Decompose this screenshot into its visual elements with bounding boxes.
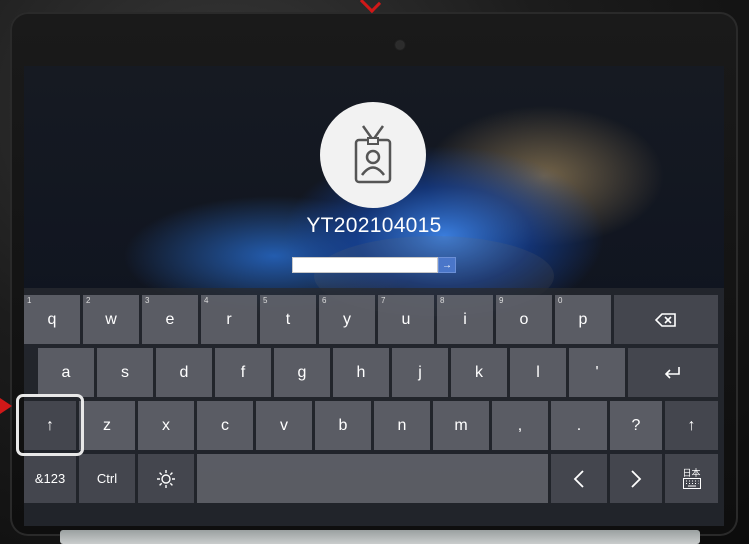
- key-v[interactable]: v: [256, 401, 312, 450]
- key-n[interactable]: n: [374, 401, 430, 450]
- shift-arrow-up-icon: ↑: [687, 416, 696, 434]
- red-marker-arrow: [0, 398, 12, 414]
- key-a[interactable]: a: [38, 348, 94, 397]
- key-z[interactable]: z: [79, 401, 135, 450]
- key-h[interactable]: h: [333, 348, 389, 397]
- shift-key-right[interactable]: ↑: [665, 401, 718, 450]
- space-key[interactable]: [197, 454, 548, 503]
- right-arrow-key[interactable]: [610, 454, 662, 503]
- key-apostrophe[interactable]: ': [569, 348, 625, 397]
- password-input[interactable]: [292, 257, 438, 273]
- key-u[interactable]: 7u: [378, 295, 434, 344]
- enter-key[interactable]: [628, 348, 718, 397]
- key-k[interactable]: k: [451, 348, 507, 397]
- camera-icon: [396, 41, 404, 49]
- key-w[interactable]: 2w: [83, 295, 139, 344]
- key-p[interactable]: 0p: [555, 295, 611, 344]
- chevron-right-icon: [631, 469, 642, 488]
- input-mode-key[interactable]: 日本: [665, 454, 718, 503]
- key-y[interactable]: 6y: [319, 295, 375, 344]
- login-screen: YT202104015 → 1q 2w 3e 4r 5t 6y 7u 8i 9o…: [24, 66, 724, 526]
- key-j[interactable]: j: [392, 348, 448, 397]
- key-comma[interactable]: ,: [492, 401, 548, 450]
- backspace-key[interactable]: [614, 295, 718, 344]
- key-s[interactable]: s: [97, 348, 153, 397]
- backspace-icon: [655, 312, 676, 327]
- tablet-hinge: [60, 530, 700, 544]
- shift-key-highlight: [16, 394, 84, 456]
- key-c[interactable]: c: [197, 401, 253, 450]
- keyboard-icon: [682, 478, 701, 489]
- key-question[interactable]: ?: [610, 401, 662, 450]
- key-e[interactable]: 3e: [142, 295, 198, 344]
- key-q[interactable]: 1q: [24, 295, 80, 344]
- key-i[interactable]: 8i: [437, 295, 493, 344]
- key-l[interactable]: l: [510, 348, 566, 397]
- password-field[interactable]: →: [292, 257, 456, 273]
- id-badge-icon: [354, 125, 392, 184]
- key-x[interactable]: x: [138, 401, 194, 450]
- symbols-key[interactable]: &123: [24, 454, 76, 503]
- key-period[interactable]: .: [551, 401, 607, 450]
- ctrl-key[interactable]: Ctrl: [79, 454, 135, 503]
- key-r[interactable]: 4r: [201, 295, 257, 344]
- enter-icon: [664, 366, 680, 379]
- chevron-left-icon: [573, 469, 584, 488]
- photo: YT202104015 → 1q 2w 3e 4r 5t 6y 7u 8i 9o…: [0, 0, 749, 544]
- user-avatar: [320, 102, 426, 208]
- sun-icon: [157, 469, 175, 488]
- left-arrow-key[interactable]: [551, 454, 607, 503]
- key-f[interactable]: f: [215, 348, 271, 397]
- username-label: YT202104015: [306, 214, 442, 237]
- key-m[interactable]: m: [433, 401, 489, 450]
- arrow-right-icon: →: [442, 259, 452, 271]
- key-g[interactable]: g: [274, 348, 330, 397]
- key-b[interactable]: b: [315, 401, 371, 450]
- key-t[interactable]: 5t: [260, 295, 316, 344]
- key-o[interactable]: 9o: [496, 295, 552, 344]
- key-d[interactable]: d: [156, 348, 212, 397]
- touch-keyboard: 1q 2w 3e 4r 5t 6y 7u 8i 9o 0p a s d f g …: [24, 288, 724, 526]
- brightness-key[interactable]: [138, 454, 194, 503]
- submit-button[interactable]: →: [438, 257, 456, 273]
